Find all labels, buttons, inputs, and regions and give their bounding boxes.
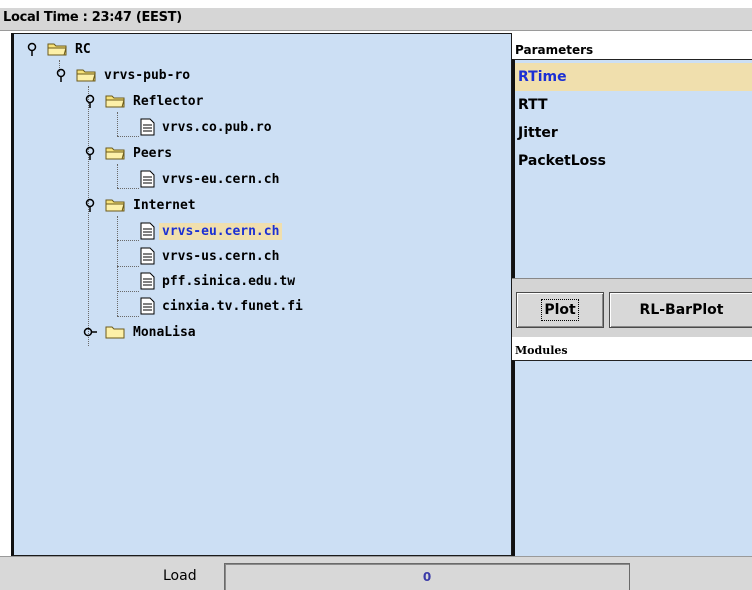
expanded-handle-icon[interactable] — [54, 68, 68, 82]
tree-node-internet[interactable]: Internet — [83, 194, 199, 216]
tree-node-label: RC — [75, 41, 91, 57]
tree-node-label: vrvs-pub-ro — [104, 67, 191, 83]
tree-leaf-vrvs-eu-cern-ch[interactable]: vrvs-eu.cern.ch — [140, 168, 282, 190]
node-tree[interactable]: RC vrvs-pub-ro Reflector vrvs.co.pub.ro … — [11, 33, 512, 556]
tree-connector — [117, 164, 118, 188]
app-window: Local Time : 23:47 (EEST) RC vrvs-pub-ro — [0, 0, 752, 590]
tree-connector — [117, 240, 139, 241]
tree-leaf-vrvs-eu-cern-ch-selected[interactable]: vrvs-eu.cern.ch — [140, 220, 283, 242]
expanded-handle-icon[interactable] — [83, 146, 97, 160]
modules-list[interactable] — [512, 360, 752, 556]
document-icon — [140, 297, 155, 315]
rl-barplot-button[interactable]: RL-BarPlot — [609, 292, 752, 328]
tree-connector — [117, 291, 139, 292]
tree-connector — [117, 266, 139, 267]
status-bar: Load 0 — [0, 556, 752, 590]
tree-connector — [117, 136, 139, 137]
load-value: 0 — [422, 570, 432, 584]
tree-node-label: vrvs-eu.cern.ch — [162, 171, 280, 187]
tree-leaf-cinxia-tv-funet-fi[interactable]: cinxia.tv.funet.fi — [140, 295, 306, 317]
parameter-item-rtt[interactable]: RTT — [515, 91, 752, 119]
expanded-handle-icon[interactable] — [83, 94, 97, 108]
tree-node-rc[interactable]: RC — [25, 38, 94, 60]
tree-node-label: Peers — [133, 145, 173, 161]
expanded-handle-icon[interactable] — [25, 42, 39, 56]
tree-leaf-pff-sinica-edu-tw[interactable]: pff.sinica.edu.tw — [140, 270, 298, 292]
open-folder-icon — [105, 147, 125, 160]
plot-button[interactable]: Plot — [516, 292, 604, 328]
tree-connector — [117, 112, 118, 136]
tree-node-label: vrvs-eu.cern.ch — [159, 222, 283, 240]
tree-connector — [117, 188, 139, 189]
parameter-item-packetloss[interactable]: PacketLoss — [515, 147, 752, 175]
tree-leaf-vrvs-us-cern-ch[interactable]: vrvs-us.cern.ch — [140, 245, 282, 267]
local-time-label: Local Time : 23:47 (EEST) — [3, 10, 182, 25]
tree-node-label: MonaLisa — [133, 324, 196, 340]
tree-leaf-vrvs-co-pub-ro[interactable]: vrvs.co.pub.ro — [140, 116, 275, 138]
document-icon — [140, 247, 155, 265]
tree-node-label: cinxia.tv.funet.fi — [162, 298, 303, 314]
tree-node-peers[interactable]: Peers — [83, 142, 175, 164]
parameters-heading: Parameters — [515, 43, 594, 57]
parameter-item-rtime[interactable]: RTime — [515, 63, 752, 91]
load-value-field: 0 — [224, 563, 630, 590]
tree-node-label: vrvs-us.cern.ch — [162, 248, 280, 264]
open-folder-icon — [47, 43, 67, 56]
rl-barplot-button-label: RL-BarPlot — [639, 302, 724, 318]
plot-button-bar: Plot RL-BarPlot — [512, 278, 752, 337]
tree-node-label: vrvs.co.pub.ro — [162, 119, 272, 135]
modules-heading: Modules — [515, 344, 568, 357]
tree-connector — [88, 86, 89, 346]
document-icon — [140, 272, 155, 290]
tree-node-label: pff.sinica.edu.tw — [162, 273, 296, 289]
open-folder-icon — [105, 95, 125, 108]
document-icon — [140, 222, 155, 240]
parameters-list[interactable]: RTime RTT Jitter PacketLoss — [512, 59, 752, 278]
closed-folder-icon — [105, 326, 125, 339]
open-folder-icon — [76, 69, 96, 82]
expanded-handle-icon[interactable] — [83, 198, 97, 212]
tree-node-vrvs-pub-ro[interactable]: vrvs-pub-ro — [54, 64, 193, 86]
document-icon — [140, 118, 155, 136]
tree-connector — [117, 316, 139, 317]
load-label: Load — [163, 568, 197, 584]
title-bar: Local Time : 23:47 (EEST) — [0, 0, 752, 34]
plot-button-label: Plot — [541, 299, 579, 321]
tree-node-monalisa[interactable]: MonaLisa — [83, 321, 199, 343]
tree-node-reflector[interactable]: Reflector — [83, 90, 206, 112]
parameter-item-jitter[interactable]: Jitter — [515, 119, 752, 147]
document-icon — [140, 170, 155, 188]
open-folder-icon — [105, 199, 125, 212]
tree-node-label: Reflector — [133, 93, 204, 109]
tree-node-label: Internet — [133, 197, 196, 213]
collapsed-handle-icon[interactable] — [83, 325, 97, 339]
